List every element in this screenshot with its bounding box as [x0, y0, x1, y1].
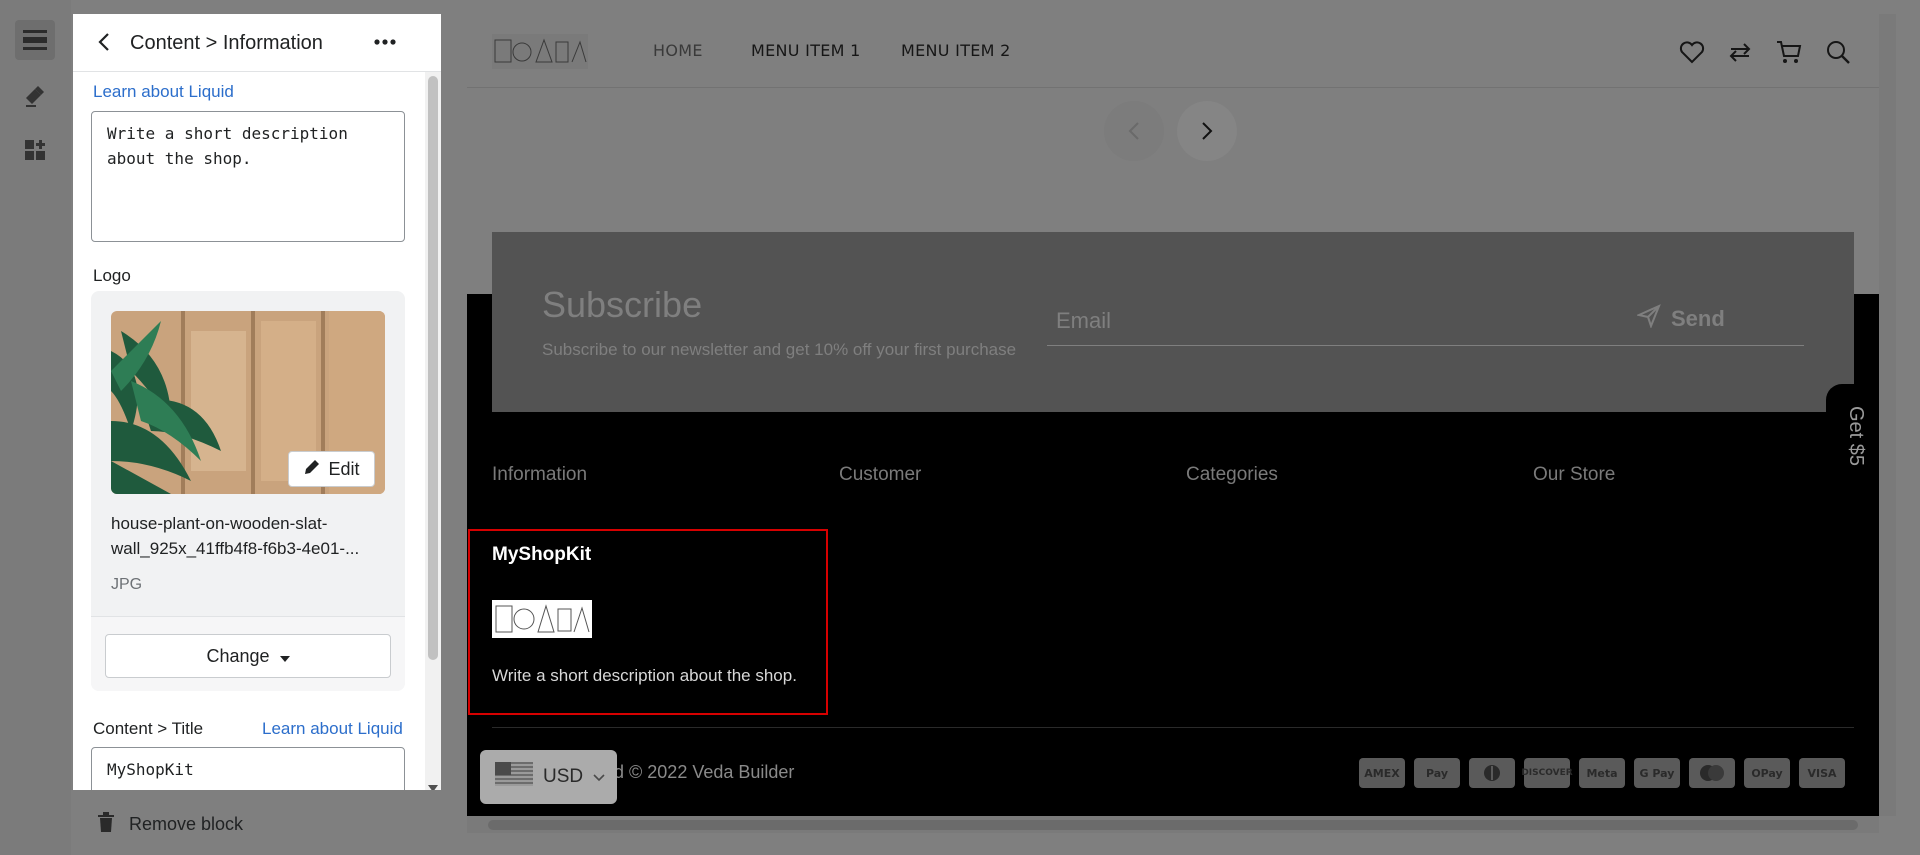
- app-blocks-icon[interactable]: [15, 130, 55, 170]
- preview-vertical-scrollbar[interactable]: [1879, 14, 1896, 816]
- sections-icon[interactable]: [15, 20, 55, 60]
- logo-file-type: JPG: [111, 576, 143, 593]
- more-options-icon[interactable]: [371, 32, 399, 52]
- discover-icon: DISCOVER: [1521, 758, 1573, 788]
- get-reward-tab[interactable]: Get $5: [1826, 384, 1879, 514]
- send-button[interactable]: Send: [1635, 304, 1725, 334]
- mastercard-icon: [1689, 758, 1735, 788]
- store-header: HOME MENU ITEM 1 MENU ITEM 2: [467, 14, 1879, 88]
- trash-icon: [97, 812, 115, 837]
- panel-header: Content > Information: [73, 14, 441, 72]
- currency-selector[interactable]: USD: [480, 750, 617, 804]
- subscribe-title: Subscribe: [542, 284, 703, 325]
- remove-block-label: Remove block: [129, 814, 244, 834]
- settings-panel: Learn about Liquid Write a short descrip…: [71, 0, 445, 855]
- shop-pay-icon: OPay: [1744, 758, 1790, 788]
- title-input[interactable]: MyShopKit: [91, 747, 405, 790]
- copyright-text: ed © 2022 Veda Builder: [604, 762, 795, 782]
- change-label: Change: [206, 645, 270, 666]
- learn-liquid-link-title[interactable]: Learn about Liquid: [262, 719, 403, 739]
- footer-col-customer: Customer: [839, 464, 922, 485]
- title-field-label: Content > Title: [93, 719, 204, 738]
- wishlist-icon[interactable]: [1678, 38, 1706, 66]
- nav-menu-item-2[interactable]: MENU ITEM 2: [901, 41, 1011, 60]
- preview-horizontal-scroll-thumb[interactable]: [488, 820, 1858, 830]
- description-textarea[interactable]: Write a short description about the shop…: [91, 111, 405, 242]
- footer-col-information: Information: [492, 464, 588, 485]
- store-logo[interactable]: [492, 34, 588, 69]
- slider-next-button[interactable]: [1177, 101, 1237, 161]
- nav-menu-item-1[interactable]: MENU ITEM 1: [751, 41, 861, 60]
- nav-home[interactable]: HOME: [653, 41, 703, 60]
- panel-card: Learn about Liquid Write a short descrip…: [73, 14, 441, 790]
- change-section: Change: [91, 616, 405, 691]
- footer-col-our-store: Our Store: [1533, 464, 1616, 485]
- logo-picker: Edit house-plant-on-wooden-slat-wall_925…: [91, 291, 405, 691]
- change-logo-button[interactable]: Change: [105, 634, 391, 678]
- learn-liquid-link[interactable]: Learn about Liquid: [93, 82, 234, 102]
- logo-label: Logo: [93, 266, 131, 285]
- panel-scroll-thumb[interactable]: [428, 76, 438, 660]
- footer-divider: [492, 727, 1854, 728]
- logo-file-name: house-plant-on-wooden-slat-wall_925x_41f…: [111, 514, 360, 558]
- footer-shop-name: MyShopKit: [492, 544, 592, 565]
- panel-title: Content > Information: [130, 32, 323, 54]
- get-reward-label: Get $5: [1845, 406, 1867, 467]
- caret-down-icon: [279, 646, 290, 667]
- pencil-icon: [303, 458, 321, 481]
- edit-logo-button[interactable]: Edit: [288, 451, 375, 487]
- compare-icon[interactable]: [1726, 38, 1754, 66]
- newsletter-section: Subscribe Subscribe to our newsletter an…: [492, 232, 1854, 412]
- google-pay-icon: G Pay: [1634, 758, 1680, 788]
- footer-shop-logo: [492, 600, 592, 638]
- footer-col-categories: Categories: [1186, 464, 1278, 485]
- us-flag-icon: [495, 762, 533, 792]
- slider-prev-button[interactable]: [1104, 101, 1164, 161]
- icon-rail: [0, 0, 71, 855]
- edit-label: Edit: [328, 458, 360, 479]
- remove-block-button[interactable]: Remove block: [97, 812, 243, 837]
- amex-icon: AMEX: [1359, 758, 1405, 788]
- meta-pay-icon: Meta: [1579, 758, 1625, 788]
- paper-plane-icon: [1635, 304, 1661, 334]
- logo-image[interactable]: Edit: [111, 311, 385, 494]
- footer-shop-description: Write a short description about the shop…: [492, 666, 797, 685]
- scroll-down-icon[interactable]: [428, 780, 438, 790]
- subscribe-description: Subscribe to our newsletter and get 10% …: [542, 340, 1017, 359]
- send-label: Send: [1671, 306, 1725, 331]
- search-icon[interactable]: [1824, 38, 1852, 66]
- currency-code: USD: [543, 766, 584, 787]
- theme-settings-icon[interactable]: [15, 76, 55, 116]
- diners-club-icon: [1469, 758, 1515, 788]
- visa-icon: VISA: [1799, 758, 1845, 788]
- email-underline: [1047, 345, 1804, 346]
- store-preview: HOME MENU ITEM 1 MENU ITEM 2 Subscribe S…: [467, 14, 1879, 816]
- apple-pay-icon: Pay: [1414, 758, 1460, 788]
- chevron-down-icon: [593, 766, 605, 788]
- email-input[interactable]: Email: [1056, 308, 1111, 334]
- cart-icon[interactable]: [1775, 38, 1803, 66]
- back-icon[interactable]: [93, 30, 117, 54]
